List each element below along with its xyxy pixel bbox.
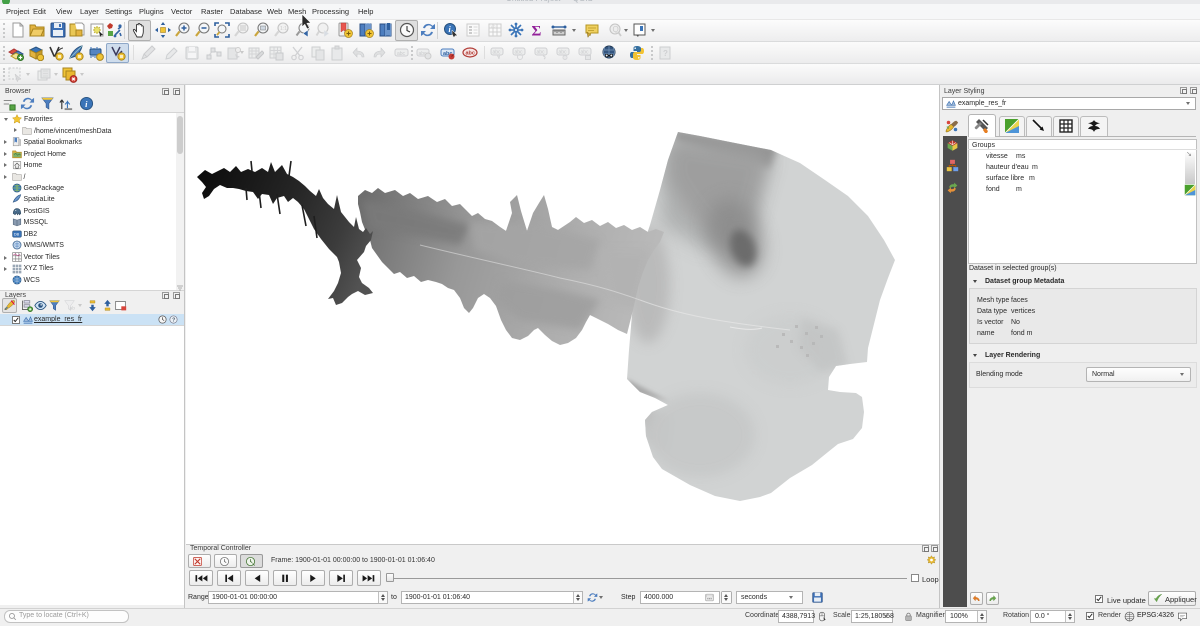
svg-text:1 2: 1 2 [490,24,496,29]
svg-text:Q: Q [613,25,619,34]
svg-text:abc: abc [537,50,546,56]
svg-text:ab: ab [70,306,76,312]
svg-text:abc: abc [466,51,475,57]
svg-text:DB: DB [14,232,20,236]
svg-text:abc: abc [581,50,590,56]
svg-text:abc: abc [493,50,502,56]
svg-text:Σ: Σ [532,24,542,39]
svg-text:1:1: 1:1 [280,26,287,32]
svg-text:?: ? [172,317,175,323]
svg-text:abc: abc [559,50,568,56]
svg-text:abc: abc [397,51,406,57]
svg-text:?: ? [663,49,668,58]
